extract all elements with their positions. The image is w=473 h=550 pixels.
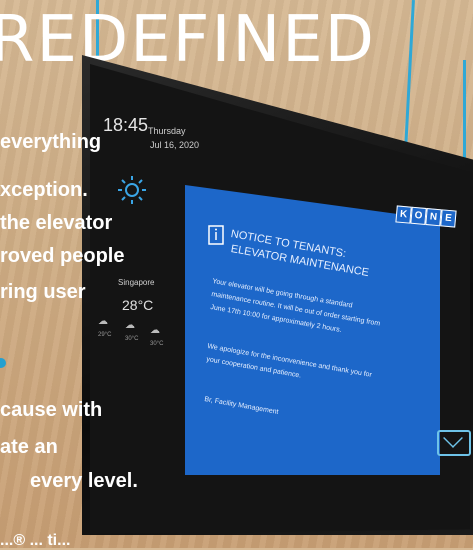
logo-letter: K [395, 205, 412, 224]
body-text-line: xception. [0, 179, 88, 201]
forecast-temp: 30°C [125, 336, 139, 342]
body-text-line: every level. [30, 470, 138, 492]
body-text-line: ate an [0, 436, 58, 458]
mail-icon [437, 430, 471, 456]
cloud-icon: ☁ [125, 320, 135, 331]
info-icon [208, 225, 224, 245]
cloud-icon: ☁ [150, 325, 160, 336]
forecast-temp: 30°C [150, 341, 164, 347]
clock-date: Jul 16, 2020 [150, 140, 200, 150]
logo-letter: O [410, 206, 427, 225]
cloud-icon: ☁ [98, 316, 108, 327]
headline: REDEFINED [0, 3, 376, 77]
body-text-line: ring user [0, 281, 86, 303]
clock-day: Thursday [148, 126, 186, 136]
body-text-line: the elevator [0, 212, 113, 234]
weather-temperature: 28°C [122, 297, 154, 313]
footer-text: ...® ... ti... [0, 532, 71, 549]
logo-letter: E [440, 209, 457, 228]
logo-letter: N [425, 208, 442, 227]
sun-icon [118, 176, 146, 204]
body-text-line: cause with [0, 399, 103, 421]
forecast-temp: 29°C [98, 332, 112, 338]
body-text-line: roved people [0, 245, 125, 267]
body-text-line: everything [0, 131, 102, 153]
clock-time: 18:45 [103, 115, 149, 135]
weather-location: Singapore [118, 278, 155, 287]
